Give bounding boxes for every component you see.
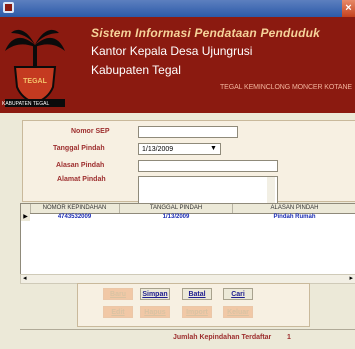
tanggal-pindah-datepicker[interactable]: 1/13/2009 ▼ — [138, 143, 221, 155]
app-title: Sistem Informasi Pendataan Penduduk — [91, 26, 321, 40]
column-header[interactable]: ALASAN PINDAH — [233, 204, 355, 213]
tanggal-pindah-value: 1/13/2009 — [142, 146, 174, 153]
tagline: TEGAL KEMINCLONG MONCER KOTANE — [220, 84, 352, 91]
window-titlebar[interactable]: × — [0, 0, 355, 17]
tanggal-pindah-label: Tanggal Pindah — [53, 145, 105, 152]
import-button[interactable]: Import — [182, 306, 212, 318]
keluar-button[interactable]: Keluar — [223, 306, 253, 318]
batal-button[interactable]: Batal — [182, 288, 212, 300]
button-panel: Baru Simpan Batal Cari Edit Hapus Import… — [77, 283, 310, 327]
table-cell[interactable]: Pindah Rumah — [233, 213, 355, 221]
registered-count-value: 1 — [287, 334, 291, 341]
regency-logo: TEGAL — [5, 29, 65, 107]
column-header[interactable]: NOMOR KEPINDAHAN — [30, 204, 120, 213]
svg-text:TEGAL: TEGAL — [23, 78, 47, 85]
regency-name: Kabupaten Tegal — [91, 63, 181, 77]
scroll-left-icon[interactable]: ◂ — [23, 275, 27, 283]
edit-button[interactable]: Edit — [103, 306, 133, 318]
alamat-pindah-label: Alamat Pindah — [57, 176, 106, 183]
relocation-form: Nomor SEP Tanggal Pindah 1/13/2009 ▼ Ala… — [22, 120, 355, 214]
footer-divider — [20, 329, 355, 330]
app-window: × TEGAL KABUPATEN TEGAL Sistem Informasi… — [0, 0, 355, 349]
nomor-sep-label: Nomor SEP — [71, 128, 110, 135]
simpan-button[interactable]: Simpan — [140, 288, 170, 300]
column-header[interactable]: TANGGAL PINDAH — [120, 204, 233, 213]
nomor-sep-input[interactable] — [138, 126, 238, 138]
alasan-pindah-input[interactable] — [138, 160, 278, 172]
scroll-right-icon[interactable]: ▸ — [349, 275, 353, 283]
row-selector-icon: ▶ — [21, 213, 30, 221]
logo-caption: KABUPATEN TEGAL — [2, 101, 50, 107]
table-cell[interactable]: 1/13/2009 — [120, 213, 232, 221]
hapus-button[interactable]: Hapus — [140, 306, 170, 318]
header-banner: TEGAL KABUPATEN TEGAL Sistem Informasi P… — [0, 17, 355, 113]
close-icon[interactable]: × — [342, 0, 355, 17]
baru-button[interactable]: Baru — [103, 288, 133, 300]
office-name: Kantor Kepala Desa Ujungrusi — [91, 44, 253, 58]
table-cell[interactable]: 4743532009 — [30, 213, 119, 221]
relocation-table: NOMOR KEPINDAHAN TANGGAL PINDAH ALASAN P… — [20, 203, 355, 282]
cari-button[interactable]: Cari — [223, 288, 253, 300]
alasan-pindah-label: Alasan Pindah — [56, 162, 105, 169]
chevron-down-icon[interactable]: ▼ — [209, 145, 218, 153]
registered-count-label: Jumlah Kepindahan Terdaftar — [173, 334, 272, 341]
app-icon — [3, 2, 14, 13]
